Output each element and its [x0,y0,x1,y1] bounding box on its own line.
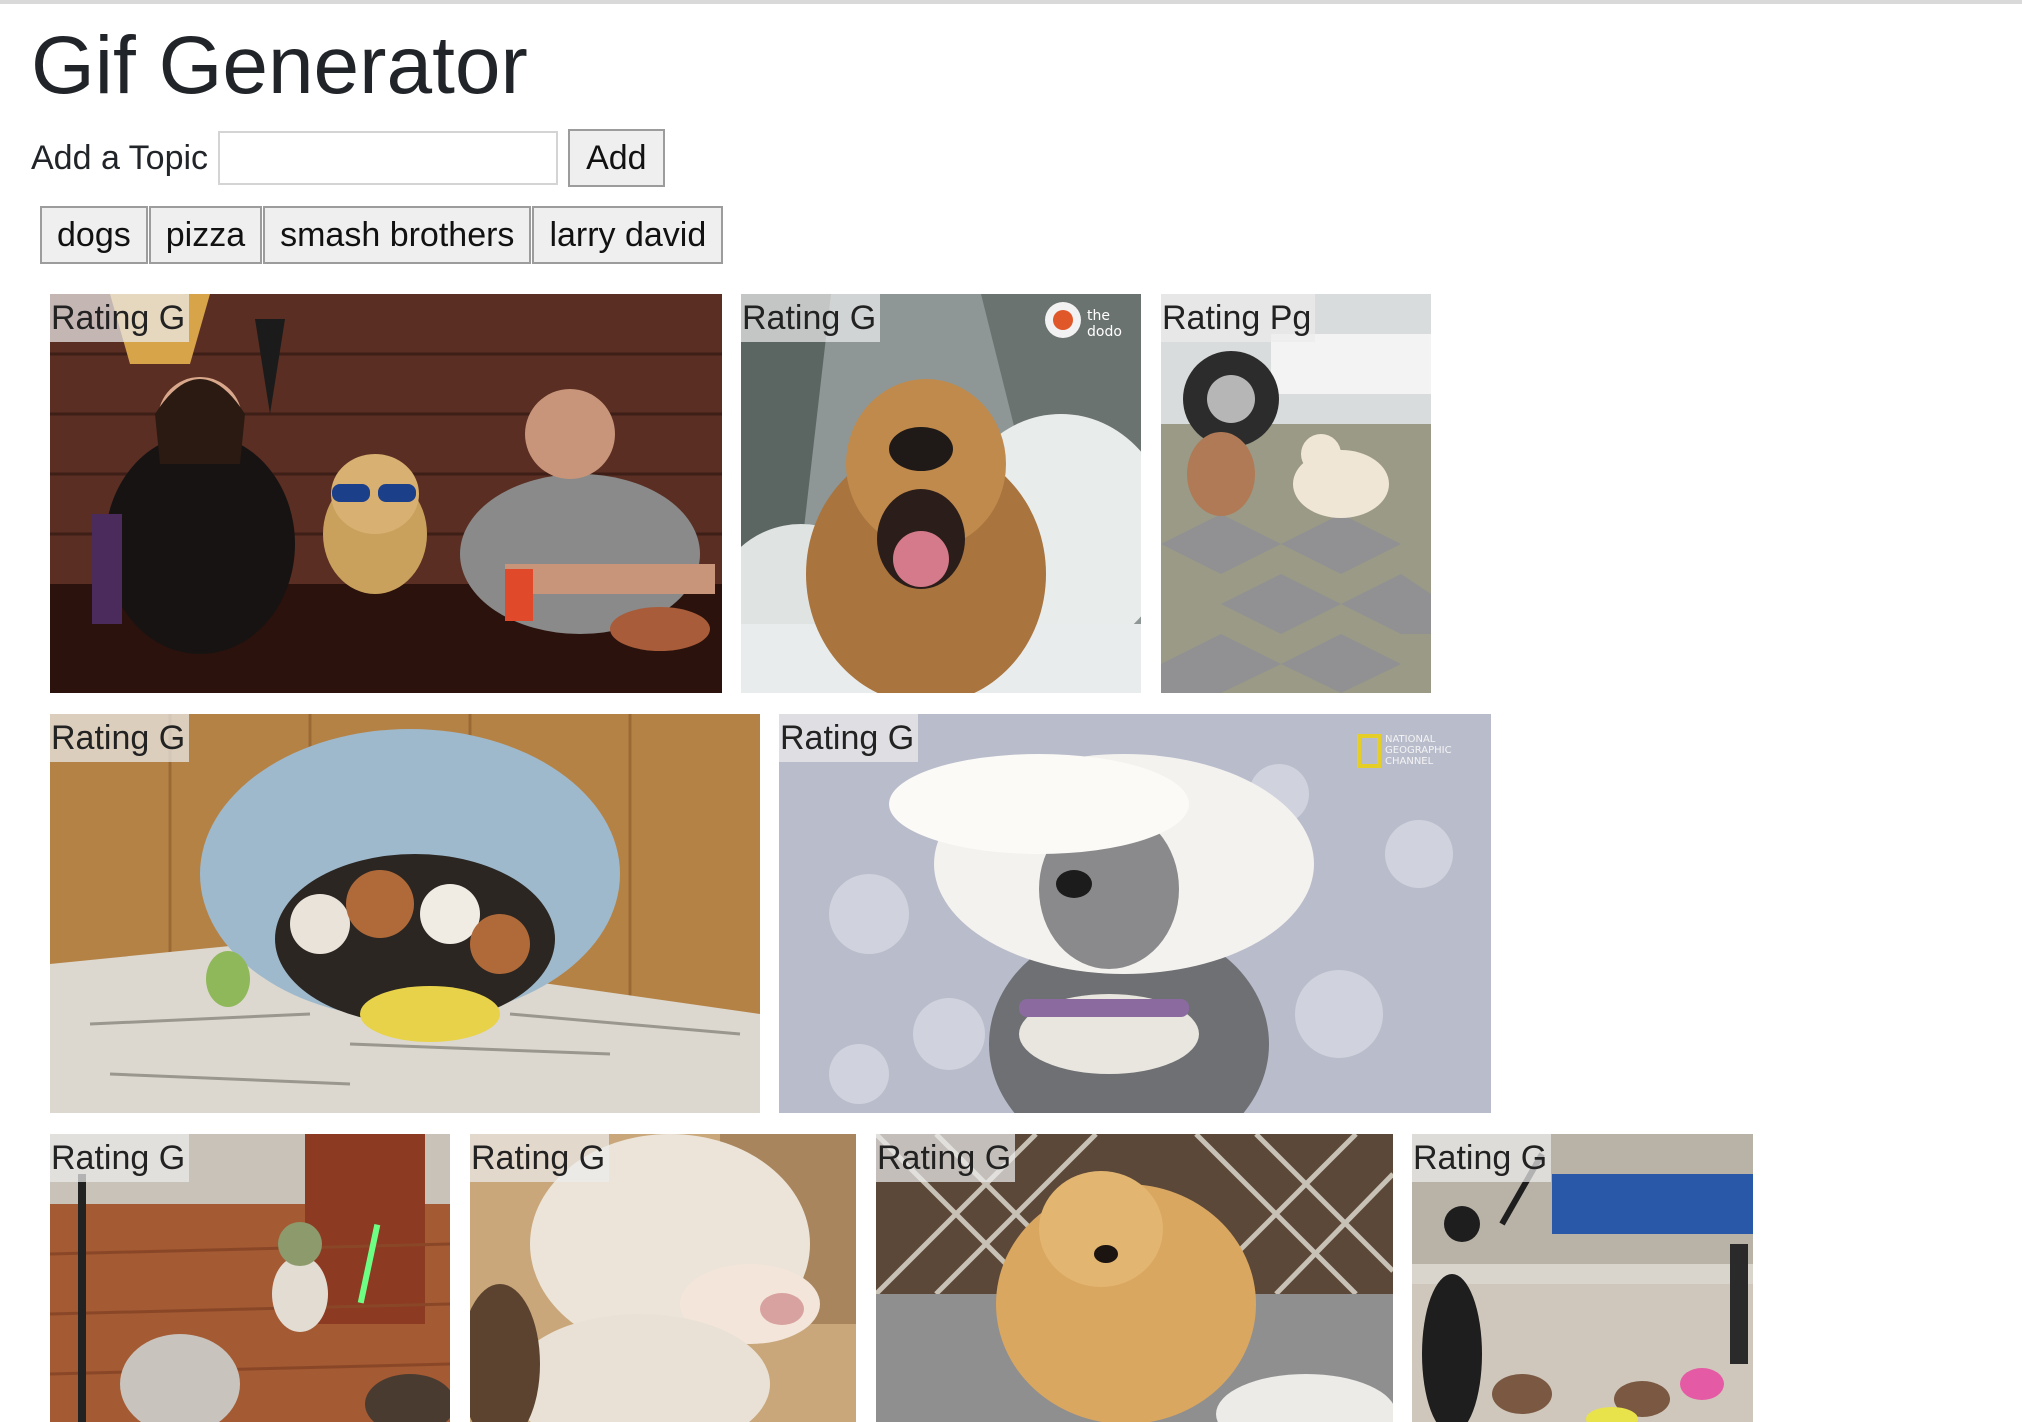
gif-rating: Rating Pg [1161,294,1316,342]
gif-item[interactable]: Rating G [50,714,760,1113]
gif-rating: Rating G [741,294,881,342]
gif-item[interactable]: the dodo Rating G [741,294,1141,693]
gif-image [779,714,1491,1113]
topic-button-dogs[interactable]: dogs [40,206,148,264]
page-title: Gif Generator [31,20,528,111]
gif-image [50,714,760,1113]
gif-item[interactable]: NATIONAL GEOGRAPHIC CHANNEL Rating G [779,714,1491,1113]
top-border [0,0,2022,4]
gif-rating: Rating G [50,714,190,762]
topic-button-pizza[interactable]: pizza [148,206,263,264]
add-button[interactable]: Add [568,129,665,187]
gif-rating: Rating G [50,1134,190,1182]
gif-item[interactable]: Rating Pg [1161,294,1431,693]
nat-geo-logo: NATIONAL GEOGRAPHIC CHANNEL [1385,734,1452,767]
topic-buttons: dogs pizza smash brothers larry david [40,206,724,264]
add-topic-form: Add a Topic Add [31,127,665,189]
gif-rating: Rating G [50,294,190,342]
topic-button-smash-brothers[interactable]: smash brothers [263,206,532,264]
gif-item[interactable]: Rating G [50,1134,450,1422]
gif-image [741,294,1141,693]
topic-button-larry-david[interactable]: larry david [532,206,724,264]
gif-item[interactable]: Rating G [50,294,722,693]
gif-rating: Rating G [876,1134,1016,1182]
the-dodo-logo: the dodo [1087,308,1122,340]
gif-item[interactable]: Rating G [470,1134,856,1422]
topic-input[interactable] [218,131,559,185]
gif-rating: Rating G [779,714,919,762]
gif-image [1161,294,1431,693]
gif-item[interactable]: Rating G [1412,1134,1753,1422]
gif-rating: Rating G [470,1134,610,1182]
gif-item[interactable]: Rating G [876,1134,1393,1422]
add-topic-label: Add a Topic [31,139,209,177]
gif-rating: Rating G [1412,1134,1552,1182]
gif-image [50,294,722,693]
